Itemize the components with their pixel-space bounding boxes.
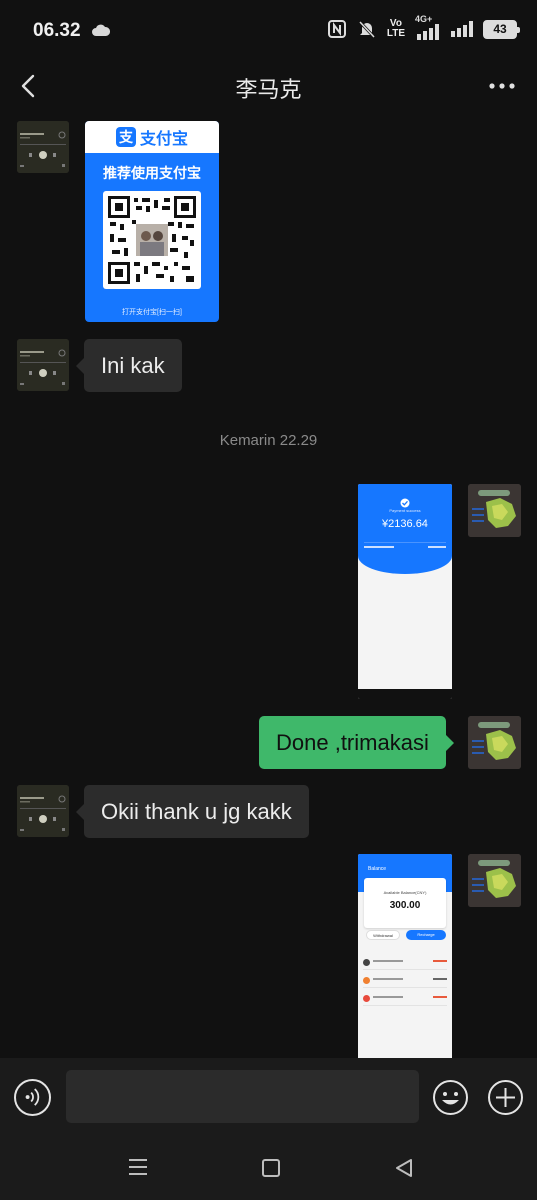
map-thumbnail-icon (468, 716, 521, 769)
signal-4g: 4G+ (415, 14, 441, 40)
input-bar (0, 1058, 537, 1138)
payment-screenshot-image[interactable]: Payment success ¥2136.64 (358, 484, 452, 699)
alipay-qr-card[interactable]: 支 支付宝 推荐使用支付宝 打开支付宝[扫一扫] (85, 121, 219, 322)
home-icon[interactable] (262, 1159, 280, 1177)
transaction-row (363, 992, 447, 1006)
contact-avatar[interactable] (17, 121, 69, 173)
music-player-thumbnail-icon (17, 785, 69, 837)
balance-label: Available Balance(CNY) (383, 890, 427, 895)
payment-amount: ¥2136.64 (382, 518, 428, 530)
voice-input-icon[interactable] (14, 1079, 51, 1116)
recent-apps-icon[interactable] (127, 1157, 149, 1177)
recharge-button: Recharge (406, 930, 446, 940)
my-avatar[interactable] (468, 484, 521, 537)
withdraw-button: Withdrawal (366, 930, 400, 940)
qr-code (103, 191, 201, 289)
balance-card: Available Balance(CNY) 300.00 (364, 878, 446, 928)
music-player-thumbnail-icon (17, 121, 69, 173)
plus-icon[interactable] (487, 1079, 524, 1116)
transaction-row (363, 974, 447, 988)
volte-bottom: LTE (386, 28, 405, 39)
cloud-icon (92, 24, 110, 36)
system-back-icon[interactable] (393, 1157, 415, 1179)
alipay-slogan: 推荐使用支付宝 (103, 165, 201, 181)
transaction-row (363, 956, 447, 970)
status-bar: 06.32 Vo LTE 4G+ 43 (0, 0, 537, 62)
nfc-icon (327, 20, 346, 38)
message-received[interactable]: Ini kak (76, 339, 182, 392)
qr-code-icon (108, 196, 196, 284)
chat-header: 李马克 (0, 62, 537, 110)
contact-avatar[interactable] (17, 339, 69, 391)
message-sent[interactable]: Done ,trimakasi (259, 716, 454, 769)
volte-indicator: Vo LTE (387, 19, 405, 39)
alipay-header: 支 支付宝 (85, 121, 219, 153)
payment-header: Payment success ¥2136.64 (358, 484, 452, 574)
my-avatar[interactable] (468, 854, 521, 907)
emoji-icon[interactable] (432, 1079, 469, 1116)
payment-status: Payment success (389, 508, 421, 513)
message-received[interactable]: Okii thank u jg kakk (76, 785, 309, 838)
alipay-logo: 支 (115, 127, 136, 147)
message-timestamp: Kemarin 22.29 (219, 432, 318, 449)
signal-bars-icon (417, 24, 439, 40)
status-icons: Vo LTE 4G+ 43 (327, 14, 520, 40)
mute-bell-icon (358, 20, 375, 39)
chat-title: 李马克 (235, 77, 302, 102)
map-thumbnail-icon (468, 854, 521, 907)
music-player-thumbnail-icon (17, 339, 69, 391)
balance-title: Balance (368, 866, 387, 872)
more-options-icon[interactable] (487, 76, 517, 96)
status-time: 06.32 (33, 20, 81, 41)
message-input[interactable] (66, 1070, 419, 1123)
balance-value: 300.00 (389, 900, 421, 911)
contact-avatar[interactable] (17, 785, 69, 837)
battery-indicator: 43 (483, 19, 520, 39)
system-navigation-bar (0, 1138, 537, 1200)
map-thumbnail-icon (468, 484, 521, 537)
balance-screenshot-image[interactable]: Balance Available Balance(CNY) 300.00 Wi… (358, 854, 452, 1060)
check-circle-icon (400, 498, 410, 508)
screenshot-navbar (358, 689, 452, 699)
my-avatar[interactable] (468, 716, 521, 769)
alipay-brand: 支付宝 (139, 131, 188, 148)
alipay-caption: 打开支付宝[扫一扫] (122, 309, 182, 316)
network-type: 4G+ (415, 14, 433, 24)
signal-bars-2-icon (451, 21, 473, 37)
